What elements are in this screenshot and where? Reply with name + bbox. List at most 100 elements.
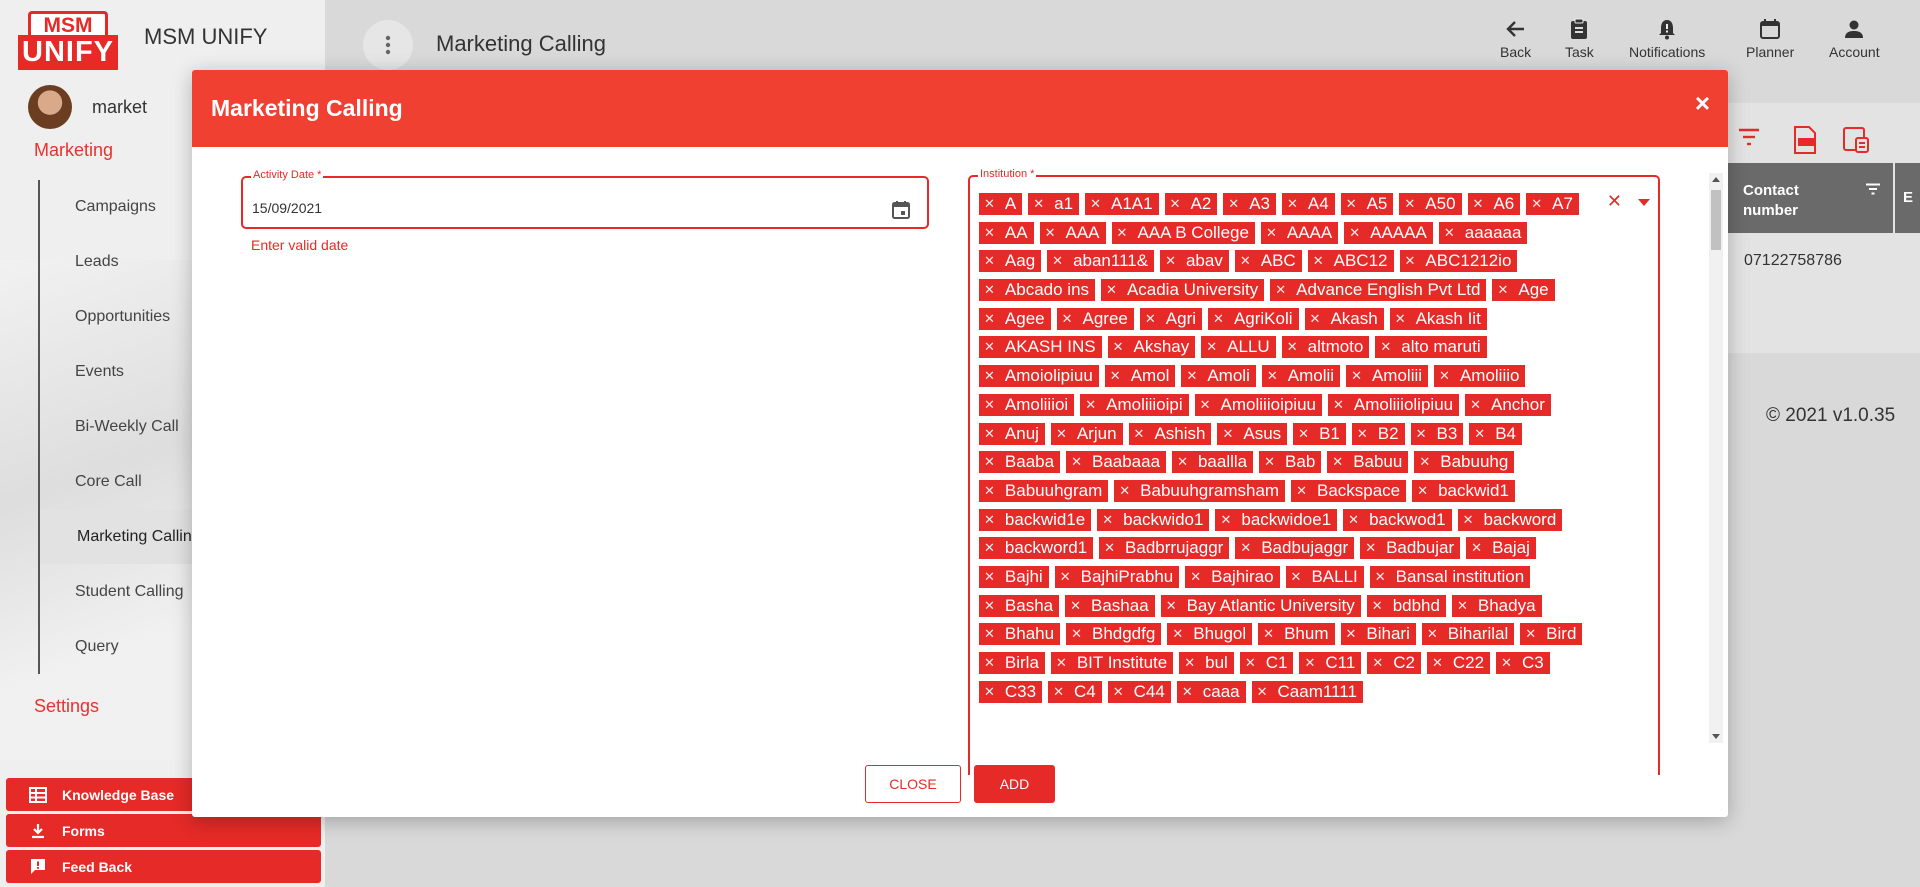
chip-remove-icon[interactable]: ✕ (1263, 623, 1274, 645)
institution-chip[interactable]: ✕ B3 (1410, 422, 1464, 445)
dropdown-arrow-icon[interactable] (1638, 199, 1650, 206)
chip-remove-icon[interactable]: ✕ (1145, 308, 1156, 330)
institution-chip[interactable]: ✕ backwid1 (1412, 479, 1515, 502)
chip-remove-icon[interactable]: ✕ (1395, 308, 1406, 330)
scrollbar-thumb[interactable] (1711, 190, 1721, 250)
chip-remove-icon[interactable]: ✕ (1346, 623, 1357, 645)
chip-remove-icon[interactable]: ✕ (1190, 566, 1201, 588)
filter-icon[interactable] (1737, 126, 1761, 148)
institution-chip[interactable]: ✕ Asus (1217, 422, 1288, 445)
institution-chip[interactable]: ✕ C2 (1367, 652, 1421, 674)
chip-remove-icon[interactable]: ✕ (1267, 365, 1278, 387)
dialog-scrollbar[interactable] (1709, 173, 1723, 743)
institution-chip[interactable]: ✕ Bashaa (1065, 594, 1155, 617)
chip-remove-icon[interactable]: ✕ (1375, 566, 1386, 588)
institution-chip[interactable]: ✕ Amoli (1181, 365, 1256, 388)
chip-remove-icon[interactable]: ✕ (1172, 623, 1183, 645)
institution-chip[interactable]: ✕ Baaba (979, 451, 1061, 474)
chip-remove-icon[interactable]: ✕ (1228, 193, 1239, 215)
institution-chip[interactable]: ✕ Akash (1304, 307, 1384, 330)
chip-remove-icon[interactable]: ✕ (1213, 308, 1224, 330)
institution-chip[interactable]: ✕ Aag (979, 250, 1042, 273)
chip-remove-icon[interactable]: ✕ (984, 250, 995, 272)
institution-chip[interactable]: ✕ caaa (1176, 680, 1246, 703)
chip-remove-icon[interactable]: ✕ (1351, 365, 1362, 387)
institution-chip[interactable]: ✕ Arjun (1050, 422, 1123, 445)
table-header-contact-number[interactable]: Contact number (1728, 163, 1893, 233)
chip-remove-icon[interactable]: ✕ (1531, 193, 1542, 215)
chip-remove-icon[interactable]: ✕ (984, 652, 995, 674)
institution-chip[interactable]: ✕ Agee (979, 307, 1051, 330)
institution-chip[interactable]: ✕ A50 (1399, 193, 1462, 215)
chip-remove-icon[interactable]: ✕ (1257, 681, 1268, 703)
chip-remove-icon[interactable]: ✕ (1432, 652, 1443, 674)
institution-chip[interactable]: ✕ Amoliiioipi (1080, 393, 1189, 416)
institution-chip[interactable]: ✕ C3 (1496, 652, 1550, 674)
chip-remove-icon[interactable]: ✕ (984, 423, 995, 445)
chip-remove-icon[interactable]: ✕ (984, 336, 995, 358)
institution-chip[interactable]: ✕ C1 (1239, 652, 1294, 674)
institution-chip[interactable]: ✕ Abcado ins (979, 279, 1096, 302)
chip-remove-icon[interactable]: ✕ (1287, 336, 1298, 358)
institution-chip[interactable]: ✕ Amol (1104, 365, 1176, 388)
institution-chip[interactable]: ✕ Basha (979, 594, 1060, 617)
chip-remove-icon[interactable]: ✕ (984, 480, 995, 502)
institution-chip[interactable]: ✕ AgriKoli (1208, 307, 1299, 330)
chip-remove-icon[interactable]: ✕ (984, 394, 995, 416)
institution-chip[interactable]: ✕ Bajhirao (1185, 565, 1280, 588)
institution-chip[interactable]: ✕ AKASH INS (979, 336, 1102, 359)
institution-chip[interactable]: ✕ AAA (1039, 221, 1106, 244)
chip-remove-icon[interactable]: ✕ (1313, 250, 1324, 272)
institution-chip[interactable]: ✕ Badbujaggr (1235, 537, 1355, 560)
chip-remove-icon[interactable]: ✕ (1349, 222, 1360, 244)
chip-remove-icon[interactable]: ✕ (984, 566, 995, 588)
activity-date-field[interactable]: Activity Date * 15/09/2021 (241, 169, 929, 229)
institution-chip[interactable]: ✕ Akshay (1107, 336, 1196, 359)
institution-chip[interactable]: ✕ Ashish (1128, 422, 1212, 445)
institution-chip[interactable]: ✕ ABC (1234, 250, 1302, 273)
clear-icon[interactable]: ✕ (1607, 191, 1622, 212)
chip-remove-icon[interactable]: ✕ (1470, 394, 1481, 416)
chip-remove-icon[interactable]: ✕ (1170, 193, 1181, 215)
chip-remove-icon[interactable]: ✕ (1056, 652, 1067, 674)
institution-chip[interactable]: ✕ C11 (1299, 652, 1362, 674)
institution-chip[interactable]: ✕ Bab (1259, 451, 1322, 474)
institution-chip[interactable]: ✕ Amoiolipiuu (979, 365, 1099, 388)
chip-remove-icon[interactable]: ✕ (1102, 509, 1113, 531)
chip-remove-icon[interactable]: ✕ (984, 365, 995, 387)
chip-remove-icon[interactable]: ✕ (984, 595, 995, 617)
institution-chip[interactable]: ✕ C44 (1107, 680, 1171, 703)
sidebar-item-campaigns[interactable]: Campaigns (75, 198, 156, 216)
chip-remove-icon[interactable]: ✕ (1287, 193, 1298, 215)
institution-chip[interactable]: ✕ BIT Institute (1050, 652, 1174, 674)
institution-chip[interactable]: ✕ Caam1111 (1251, 680, 1363, 703)
back-button[interactable]: Back (1500, 18, 1531, 60)
chip-remove-icon[interactable]: ✕ (1291, 566, 1302, 588)
chip-remove-icon[interactable]: ✕ (1177, 451, 1188, 473)
sidebar-item-events[interactable]: Events (75, 363, 124, 381)
sidebar-item-query[interactable]: Query (75, 638, 119, 656)
institution-chip[interactable]: ✕ Amoliii (1346, 365, 1429, 388)
institution-chip[interactable]: ✕ A1A1 (1085, 193, 1159, 215)
institution-chip[interactable]: ✕ C33 (979, 680, 1043, 703)
institution-chip[interactable]: ✕ BajhiPrabhu (1054, 565, 1180, 588)
forms-button[interactable]: Forms (6, 814, 321, 847)
institution-chip[interactable]: ✕ C4 (1048, 680, 1102, 703)
chip-remove-icon[interactable]: ✕ (1310, 308, 1321, 330)
institution-chip[interactable]: ✕ A (979, 193, 1023, 215)
institution-chip[interactable]: ✕ AA (979, 221, 1034, 244)
institution-chip[interactable]: ✕ ALLU (1201, 336, 1276, 359)
close-button[interactable]: CLOSE (865, 765, 961, 803)
institution-chip[interactable]: ✕ Babuuhgramsham (1114, 479, 1286, 502)
institution-chip[interactable]: ✕ a1 (1028, 193, 1080, 215)
task-button[interactable]: Task (1565, 18, 1594, 60)
chip-remove-icon[interactable]: ✕ (1444, 222, 1455, 244)
institution-chip[interactable]: ✕ AAA B College (1111, 221, 1255, 244)
chip-remove-icon[interactable]: ✕ (1463, 509, 1474, 531)
chip-remove-icon[interactable]: ✕ (1266, 222, 1277, 244)
institution-chip[interactable]: ✕ Bajaj (1466, 537, 1536, 560)
chip-remove-icon[interactable]: ✕ (1298, 423, 1309, 445)
institution-chip[interactable]: ✕ A4 (1281, 193, 1335, 215)
export-csv-icon[interactable] (1792, 126, 1818, 154)
institution-chip[interactable]: ✕ ABC1212io (1399, 250, 1518, 273)
